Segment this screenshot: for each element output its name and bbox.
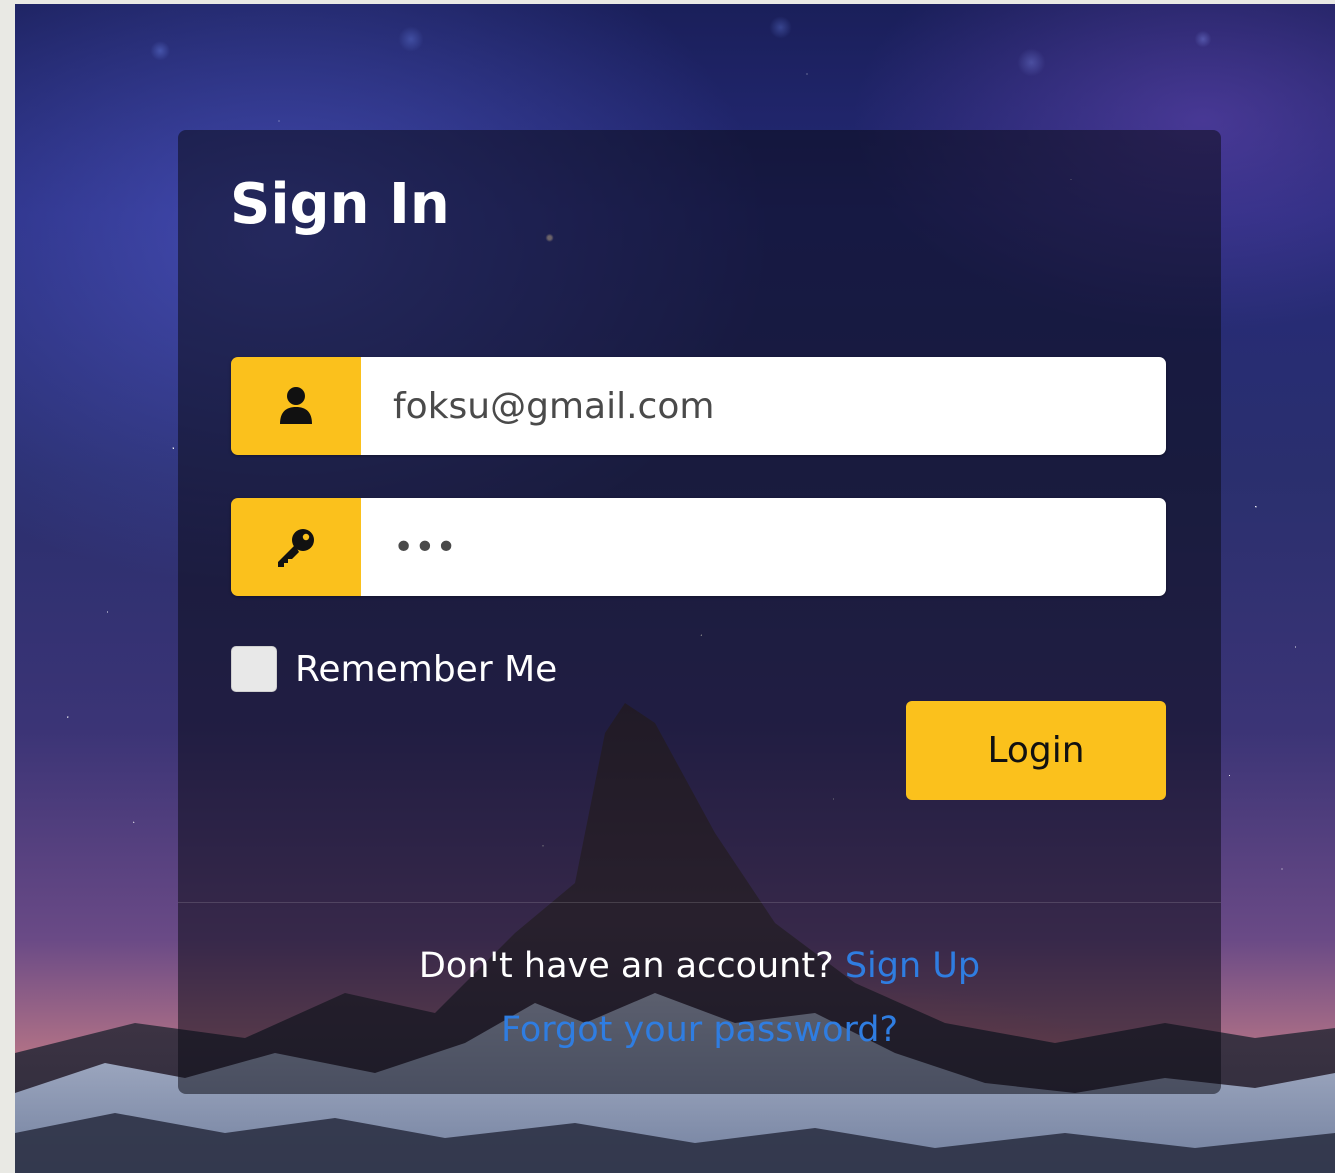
remember-me[interactable]: Remember Me [231,643,557,695]
signup-link[interactable]: Sign Up [845,946,980,986]
remember-me-checkbox[interactable] [231,646,277,692]
user-icon [278,386,314,426]
email-field-prefix [231,357,361,455]
login-button[interactable]: Login [906,701,1166,800]
email-field-group [231,357,1166,455]
forgot-password-row: Forgot your password? [178,1010,1221,1050]
email-input[interactable] [361,357,1166,455]
card-footer-divider [178,902,1221,903]
signup-prompt-row: Don't have an account? Sign Up [178,946,1221,986]
password-field-group [231,498,1166,596]
key-icon [274,525,318,569]
forgot-password-link[interactable]: Forgot your password? [501,1010,898,1050]
password-input[interactable] [361,498,1166,596]
page-title: Sign In [230,172,450,237]
page-frame: Sign In foksu@gmail.com ••• Remember Me … [0,0,1335,1173]
signin-card: Sign In foksu@gmail.com ••• Remember Me … [178,130,1221,1094]
remember-me-label: Remember Me [295,648,558,690]
password-field-prefix [231,498,361,596]
signup-prompt-text: Don't have an account? [418,946,834,986]
